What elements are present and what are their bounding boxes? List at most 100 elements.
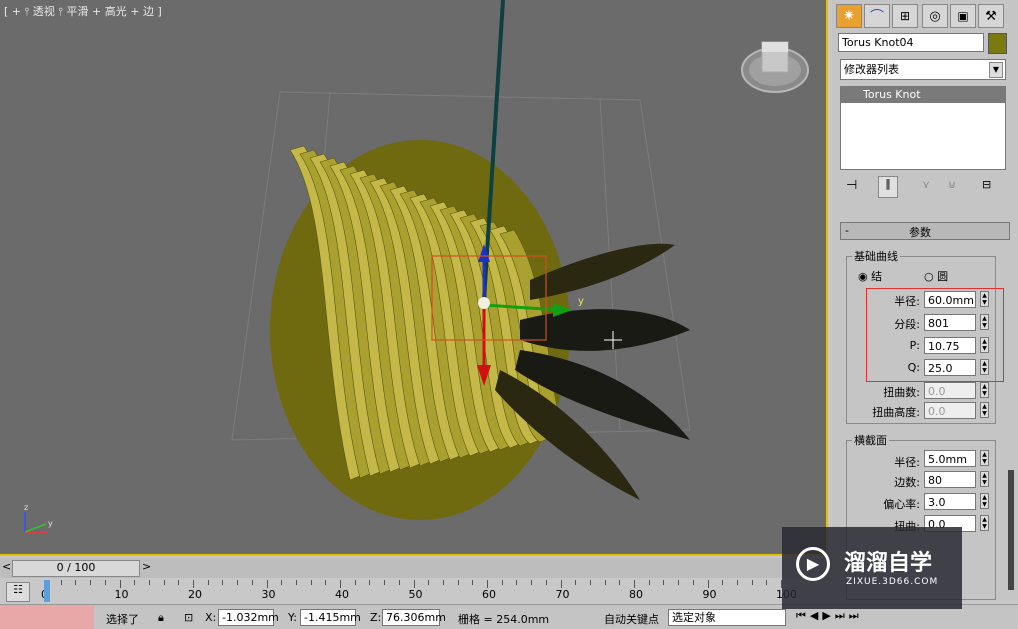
sides-input[interactable]: 80 xyxy=(924,471,976,488)
world-axis-tripod: z y xyxy=(24,503,53,533)
auto-key-button[interactable]: 自动关键点 xyxy=(604,611,659,627)
timeline-tick xyxy=(722,580,724,585)
gizmo-y-label: y xyxy=(578,296,584,307)
highlight-box xyxy=(866,288,1004,382)
remove-modifier-icon[interactable]: ⊍ xyxy=(948,178,956,191)
watermark-brand: 溜溜自学 xyxy=(844,551,933,576)
modifier-list-dropdown[interactable]: 修改器列表 ▼ xyxy=(840,59,1006,80)
eccentricity-spinner[interactable]: ▲ ▼ xyxy=(980,493,989,509)
timeline-tick xyxy=(266,580,268,588)
show-end-result-icon[interactable]: ‖ xyxy=(878,176,898,198)
radio-knot[interactable]: ◉ 结 xyxy=(858,268,882,284)
modify-tab[interactable]: ⌒ xyxy=(864,4,890,28)
timeline-tick-label: 50 xyxy=(408,588,423,601)
create-tab[interactable]: ✷ xyxy=(836,4,862,28)
timeline-tick xyxy=(678,580,680,585)
timeline-tick xyxy=(736,580,738,585)
collapse-icon: - xyxy=(845,224,849,237)
current-frame-marker xyxy=(44,580,50,602)
timeline-tick-label: 80 xyxy=(629,588,643,601)
perspective-viewport[interactable]: y z y [ + ⫯ 透视 ⫯ 平滑 + 高光 + 边 ] xyxy=(0,0,828,556)
hierarchy-tab[interactable]: ⊞ xyxy=(892,4,918,28)
warp-count-label: 扭曲数: xyxy=(883,386,920,399)
timeline-tick xyxy=(589,580,591,585)
timeline-tick xyxy=(119,580,121,588)
z-coord-input[interactable]: 76.306mm xyxy=(382,609,446,626)
y-coord-input[interactable]: -1.415mm xyxy=(300,609,361,626)
eccentricity-label: 偏心率: xyxy=(883,498,920,511)
warp-count-spinner[interactable]: ▲ ▼ xyxy=(980,382,989,398)
timeline-tick xyxy=(442,580,444,585)
parameters-rollout-header[interactable]: - 参数 xyxy=(840,222,1010,240)
timeline-tick xyxy=(163,580,165,585)
timeline-tick xyxy=(663,580,665,585)
object-color-swatch[interactable] xyxy=(988,33,1007,54)
pin-stack-icon[interactable]: ⊣ xyxy=(846,178,857,193)
motion-icon: ◎ xyxy=(929,8,941,24)
timeline-tick xyxy=(369,580,371,585)
timeline-tick xyxy=(545,580,547,585)
panel-scrollbar[interactable] xyxy=(1008,470,1014,590)
timeline-tick-label: 10 xyxy=(114,588,129,601)
warp-height-input[interactable]: 0.0 xyxy=(924,402,976,419)
absolute-mode-icon[interactable]: ⊡ xyxy=(184,611,193,624)
next-frame-button[interactable]: > xyxy=(142,560,151,574)
selection-set-dropdown[interactable]: 选定对象 xyxy=(668,609,786,626)
twist-spinner[interactable]: ▲ ▼ xyxy=(980,515,989,531)
timeline-tick xyxy=(766,580,768,585)
timeline-tick xyxy=(707,580,709,588)
timeline-ruler[interactable]: 0102030405060708090100 xyxy=(41,578,824,604)
prev-frame-button[interactable]: < xyxy=(2,560,11,574)
timeline-tick xyxy=(340,580,341,588)
viewcube[interactable] xyxy=(741,41,809,93)
warp-count-input[interactable]: 0.0 xyxy=(924,382,976,399)
track-bar[interactable]: ☷ 0102030405060708090100 xyxy=(0,578,830,604)
configure-sets-icon[interactable]: ⊟ xyxy=(982,178,991,191)
motion-tab[interactable]: ◎ xyxy=(922,4,948,28)
timeline-tick-label: 90 xyxy=(702,588,717,601)
x-coord-input[interactable]: -1.032mm xyxy=(218,609,279,626)
warp-height-label: 扭曲高度: xyxy=(872,406,920,419)
utilities-tab[interactable]: ⚒ xyxy=(978,4,1004,28)
maxscript-listener[interactable] xyxy=(0,605,94,629)
timeline-tick-label: 70 xyxy=(555,588,570,601)
display-tab[interactable]: ▣ xyxy=(950,4,976,28)
time-slider[interactable]: 0 / 100 xyxy=(12,560,140,577)
timeline-tick-label: 20 xyxy=(188,588,202,601)
modifier-stack[interactable]: Torus Knot xyxy=(840,86,1006,170)
radio-circle[interactable]: ○ 圆 xyxy=(924,268,948,284)
timeline-tick xyxy=(501,580,503,585)
lock-icon[interactable]: 🔒︎ xyxy=(158,611,164,625)
timeline-tick xyxy=(751,580,753,585)
time-slider-bar: < 0 / 100 > xyxy=(0,558,830,578)
object-name-input[interactable]: Torus Knot04 xyxy=(838,33,984,52)
make-unique-icon[interactable]: ⋎ xyxy=(922,178,930,191)
cs-radius-input[interactable]: 5.0mm xyxy=(924,450,976,467)
warp-height-spinner[interactable]: ▲ ▼ xyxy=(980,402,989,418)
stack-toolbar: ⊣ ‖ ⋎ ⊍ ⊟ xyxy=(840,176,1010,198)
curve-editor-icon[interactable]: ☷ xyxy=(6,582,30,602)
curve-icon: ⌒ xyxy=(870,9,884,25)
base-curve-title: 基础曲线 xyxy=(852,248,900,264)
playback-controls[interactable]: ⏮◀▶⏭⏭ xyxy=(796,609,863,623)
watermark-url: ZIXUE.3D66.COM xyxy=(846,577,939,587)
axis-y-label: y xyxy=(48,519,53,528)
timeline-tick xyxy=(148,580,150,585)
timeline-tick xyxy=(428,580,430,585)
stack-item[interactable]: Torus Knot xyxy=(841,87,1005,103)
timeline-tick xyxy=(692,580,694,585)
cs-radius-spinner[interactable]: ▲ ▼ xyxy=(980,450,989,466)
viewport-canvas[interactable]: y z y xyxy=(0,0,828,556)
sides-spinner[interactable]: ▲ ▼ xyxy=(980,471,989,487)
cross-section-title: 横截面 xyxy=(852,432,889,448)
timeline-tick xyxy=(575,580,577,585)
viewport-label[interactable]: [ + ⫯ 透视 ⫯ 平滑 + 高光 + 边 ] xyxy=(4,3,162,19)
timeline-tick xyxy=(384,580,386,585)
eccentricity-input[interactable]: 3.0 xyxy=(924,493,976,510)
timeline-tick xyxy=(90,580,92,585)
torus-knot-object xyxy=(270,140,690,520)
z-label: Z: xyxy=(370,611,382,624)
timeline-tick xyxy=(325,580,327,585)
axis-z-label: z xyxy=(24,503,28,512)
modifier-list-label: 修改器列表 xyxy=(844,63,899,76)
